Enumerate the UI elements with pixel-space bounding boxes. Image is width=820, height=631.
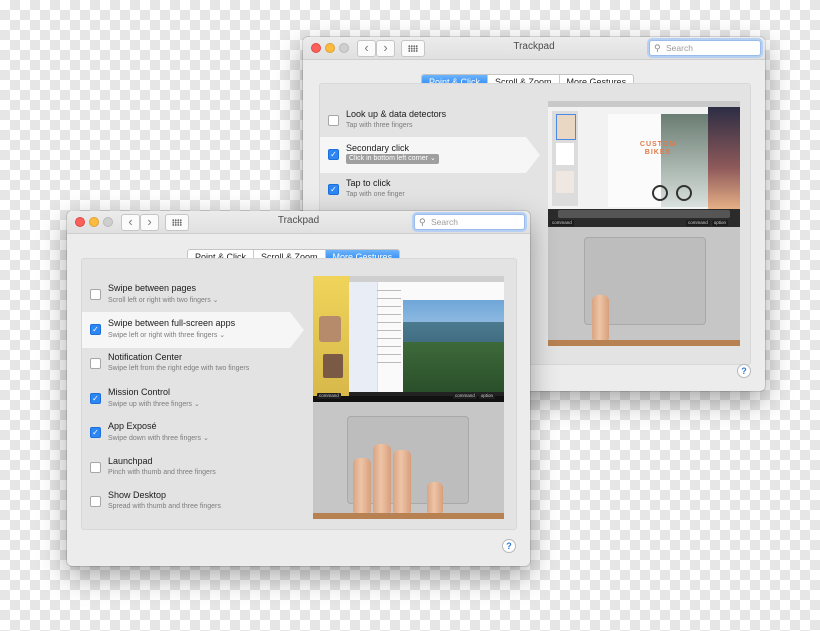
checkbox[interactable] — [90, 289, 101, 300]
trackpad-surface — [548, 227, 740, 340]
setting-title: Launchpad — [108, 456, 153, 466]
setting-title: Swipe between full-screen apps — [108, 318, 236, 328]
checkbox[interactable]: ✓ — [328, 184, 339, 195]
checkbox[interactable] — [328, 115, 339, 126]
setting-tap-to-click[interactable]: ✓ Tap to click Tap with one finger — [320, 175, 540, 205]
secondary-click-popup[interactable]: Click in bottom left corner ⌄ — [346, 154, 439, 164]
setting-title: Secondary click — [346, 143, 410, 153]
chevron-down-icon: ⌄ — [429, 155, 436, 162]
keyboard-row-left: command — [317, 393, 341, 399]
finger — [353, 458, 371, 513]
checkmark-icon: ✓ — [330, 150, 337, 159]
settings-pane: Swipe between pages Scroll left or right… — [81, 258, 517, 530]
setting-swipe-pages[interactable]: Swipe between pages Scroll left or right… — [82, 280, 312, 310]
keyboard-row-right: command option — [686, 220, 729, 226]
chevron-down-icon[interactable]: ⌄ — [194, 401, 200, 408]
setting-title: Swipe between pages — [108, 283, 197, 293]
checkmark-icon: ✓ — [92, 394, 99, 403]
popup-value: Click in bottom left corner — [349, 155, 428, 162]
finger — [393, 450, 411, 513]
setting-launchpad[interactable]: Launchpad Pinch with thumb and three fin… — [82, 453, 312, 483]
table-edge — [548, 340, 740, 346]
checkbox[interactable]: ✓ — [328, 149, 339, 160]
gesture-preview: CUSTOM BIKES command command option — [548, 101, 740, 346]
setting-subtitle: Swipe left from the right edge with two … — [108, 365, 250, 372]
checkbox[interactable] — [90, 496, 101, 507]
poster-text: CUSTOM BIKES — [639, 141, 677, 156]
setting-subtitle: Tap with one finger — [346, 191, 405, 198]
checkbox[interactable]: ✓ — [90, 324, 101, 335]
checkmark-icon: ✓ — [92, 428, 99, 437]
key-command: command — [550, 220, 574, 226]
setting-app-expose[interactable]: ✓ App Exposé Swipe down with three finge… — [82, 418, 312, 448]
setting-title: Mission Control — [108, 387, 171, 397]
setting-title: Look up & data detectors — [346, 109, 447, 119]
key-option: option — [711, 220, 729, 226]
keyboard-row-left: command — [550, 220, 574, 226]
trackpad-surface — [313, 402, 504, 513]
setting-subtitle: Tap with three fingers — [346, 122, 413, 129]
setting-subtitle: Swipe up with three fingers ⌄ — [108, 401, 200, 408]
search-field[interactable]: ⚲ Search — [414, 214, 525, 230]
setting-subtitle: Scroll left or right with two fingers ⌄ — [108, 297, 219, 304]
checkmark-icon: ✓ — [330, 185, 337, 194]
key-command: command — [453, 393, 477, 399]
search-placeholder: Search — [666, 43, 693, 53]
title-bar: ‹ › Trackpad ⚲ Search — [303, 37, 765, 60]
key-command: command — [686, 220, 710, 226]
setting-lookup[interactable]: Look up & data detectors Tap with three … — [320, 106, 540, 136]
checkbox[interactable] — [90, 462, 101, 473]
search-field[interactable]: ⚲ Search — [649, 40, 761, 56]
help-button[interactable]: ? — [737, 364, 751, 378]
checkbox[interactable]: ✓ — [90, 393, 101, 404]
setting-swipe-fullscreen[interactable]: ✓ Swipe between full-screen apps Swipe l… — [82, 315, 312, 345]
setting-notification-center[interactable]: Notification Center Swipe left from the … — [82, 349, 312, 379]
setting-title: Notification Center — [108, 352, 183, 362]
setting-subtitle: Pinch with thumb and three fingers — [108, 469, 216, 476]
chevron-down-icon[interactable]: ⌄ — [203, 435, 209, 442]
help-button[interactable]: ? — [502, 539, 516, 553]
search-placeholder: Search — [431, 217, 458, 227]
checkmark-icon: ✓ — [92, 325, 99, 334]
setting-mission-control[interactable]: ✓ Mission Control Swipe up with three fi… — [82, 384, 312, 414]
chevron-down-icon[interactable]: ⌄ — [219, 332, 225, 339]
title-bar: ‹ › Trackpad ⚲ Search — [67, 211, 530, 234]
table-edge — [313, 513, 504, 519]
setting-subtitle: Spread with thumb and three fingers — [108, 503, 221, 510]
setting-title: Show Desktop — [108, 490, 167, 500]
setting-show-desktop[interactable]: Show Desktop Spread with thumb and three… — [82, 487, 312, 517]
preview-screen: CUSTOM BIKES — [548, 101, 740, 227]
search-icon: ⚲ — [654, 43, 661, 53]
search-icon: ⚲ — [419, 217, 426, 227]
gesture-preview: command command option — [313, 276, 504, 519]
checkbox[interactable] — [90, 358, 101, 369]
preview-screen — [313, 276, 504, 402]
key-option: option — [478, 393, 496, 399]
keyboard-row-right: command option — [453, 393, 496, 399]
setting-title: App Exposé — [108, 421, 157, 431]
checkbox[interactable]: ✓ — [90, 427, 101, 438]
setting-secondary-click[interactable]: ✓ Secondary click Click in bottom left c… — [320, 140, 540, 170]
trackpad-window-front: ‹ › Trackpad ⚲ Search Point & Click Scro… — [67, 211, 530, 566]
thumb — [427, 482, 443, 513]
finger — [592, 295, 609, 340]
setting-subtitle: Swipe left or right with three fingers ⌄ — [108, 332, 226, 339]
chevron-down-icon[interactable]: ⌄ — [213, 297, 219, 304]
key-command: command — [317, 393, 341, 399]
finger — [373, 444, 391, 513]
setting-title: Tap to click — [346, 178, 391, 188]
setting-subtitle: Swipe down with three fingers ⌄ — [108, 435, 209, 442]
